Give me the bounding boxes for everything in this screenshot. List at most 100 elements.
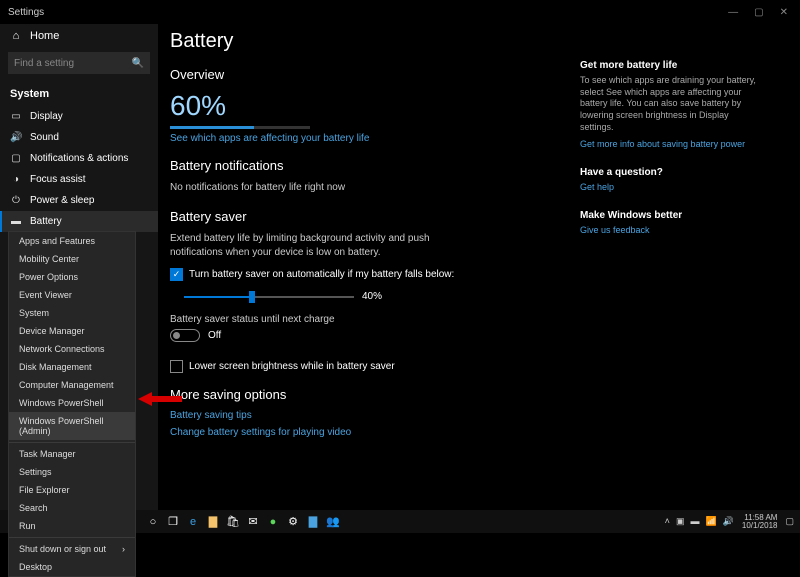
sidebar-item-power-sleep[interactable]: ⏻ Power & sleep	[0, 190, 158, 211]
sidebar-section-title: System	[0, 84, 158, 106]
winx-item[interactable]: Apps and Features	[9, 232, 135, 250]
winx-item-label: Shut down or sign out	[19, 544, 106, 554]
sidebar-item-focus-assist[interactable]: ◑Focus assist	[0, 169, 158, 190]
chevron-right-icon: ›	[122, 544, 125, 554]
tray-chevron-icon[interactable]: ˄	[665, 516, 670, 527]
sidebar-item-label: Power & sleep	[30, 195, 94, 206]
app-icon[interactable]: ▇	[304, 513, 322, 531]
volume-tray-icon[interactable]: 🔊	[723, 516, 734, 527]
sidebar-item-label: Notifications & actions	[30, 153, 128, 164]
wifi-tray-icon[interactable]: 📶	[705, 516, 716, 527]
threshold-slider[interactable]	[184, 296, 354, 298]
auto-saver-row[interactable]: ✓ Turn battery saver on automatically if…	[170, 268, 580, 281]
page-title: Battery	[170, 30, 580, 53]
system-tray: ˄ ▣ ▬ 📶 🔊 11:58 AM 10/1/2018 ▢	[665, 514, 800, 530]
auto-saver-label: Turn battery saver on automatically if m…	[189, 269, 454, 280]
menu-separator	[9, 442, 135, 443]
minimize-button[interactable]: —	[728, 7, 738, 18]
titlebar: Settings — ▢ ✕	[0, 0, 800, 24]
sidebar-item-battery[interactable]: ▬ Battery	[0, 211, 158, 232]
saver-status-value: Off	[208, 330, 221, 341]
winx-item[interactable]: Computer Management	[9, 376, 135, 394]
battery-percent: 60%	[170, 90, 580, 122]
winx-item[interactable]: Run	[9, 517, 135, 535]
winx-menu: Apps and Features Mobility Center Power …	[8, 231, 136, 577]
overview-heading: Overview	[170, 67, 580, 82]
winx-item[interactable]: Desktop	[9, 558, 135, 576]
cortana-icon[interactable]: ○	[144, 513, 162, 531]
sidebar-item-display[interactable]: ▭ Display	[0, 106, 158, 127]
apps-affecting-link[interactable]: See which apps are affecting your batter…	[170, 133, 580, 144]
sidebar-home[interactable]: ⌂ Home	[0, 24, 158, 48]
aside-feedback-link[interactable]: Give us feedback	[580, 225, 760, 235]
explorer-icon[interactable]: ▇	[204, 513, 222, 531]
notifications-body: No notifications for battery life right …	[170, 181, 580, 195]
maximize-button[interactable]: ▢	[754, 7, 763, 18]
winx-item[interactable]: Task Manager	[9, 445, 135, 463]
tray-icon[interactable]: ▣	[676, 516, 685, 527]
winx-item[interactable]: Settings	[9, 463, 135, 481]
content: Battery Overview 60% See which apps are …	[170, 30, 580, 510]
sidebar-item-label: Sound	[30, 132, 59, 143]
teams-icon[interactable]: 👥	[324, 513, 342, 531]
winx-item-powershell-admin[interactable]: Windows PowerShell (Admin)	[9, 412, 135, 440]
threshold-value: 40%	[362, 291, 382, 302]
aside-more-heading: Get more battery life	[580, 60, 760, 71]
search-input[interactable]: Find a setting 🔍	[8, 52, 150, 74]
annotation-arrow	[138, 390, 182, 408]
taskbar-pinned: ○ ❐ e ▇ 🛍 ✉ ● ⚙ ▇ 👥	[144, 513, 342, 531]
battery-icon: ▬	[10, 216, 22, 227]
edge-icon[interactable]: e	[184, 513, 202, 531]
clock-date: 10/1/2018	[742, 522, 778, 530]
search-placeholder: Find a setting	[14, 58, 74, 69]
power-icon: ⏻	[10, 195, 22, 206]
store-icon[interactable]: 🛍	[224, 513, 242, 531]
battery-tips-link[interactable]: Battery saving tips	[170, 410, 580, 421]
winx-item[interactable]: Search	[9, 499, 135, 517]
sidebar-item-label: Battery	[30, 216, 62, 227]
saver-status-label: Battery saver status until next charge	[170, 314, 580, 325]
checkbox-empty-icon	[170, 360, 183, 373]
sidebar-item-label: Focus assist	[30, 174, 86, 185]
winx-item[interactable]: Mobility Center	[9, 250, 135, 268]
saver-toggle[interactable]	[170, 329, 200, 342]
window-title: Settings	[6, 7, 728, 18]
task-view-icon[interactable]: ❐	[164, 513, 182, 531]
winx-item[interactable]: Network Connections	[9, 340, 135, 358]
lower-brightness-row[interactable]: Lower screen brightness while in battery…	[170, 360, 580, 373]
more-saving-heading: More saving options	[170, 387, 580, 402]
winx-item[interactable]: Event Viewer	[9, 286, 135, 304]
winx-item[interactable]: Disk Management	[9, 358, 135, 376]
slider-thumb[interactable]	[249, 291, 255, 303]
sidebar-item-sound[interactable]: 🔊 Sound	[0, 127, 158, 148]
aside-help-link[interactable]: Get help	[580, 182, 760, 192]
aside-question-heading: Have a question?	[580, 167, 760, 178]
mail-icon[interactable]: ✉	[244, 513, 262, 531]
sidebar-item-notifications[interactable]: ▢Notifications & actions	[0, 148, 158, 169]
sound-icon: 🔊	[10, 132, 22, 143]
taskbar-clock[interactable]: 11:58 AM 10/1/2018	[742, 514, 778, 530]
battery-tray-icon[interactable]: ▬	[690, 516, 699, 527]
aside: Get more battery life To see which apps …	[580, 30, 770, 510]
video-settings-link[interactable]: Change battery settings for playing vide…	[170, 427, 580, 438]
checkbox-checked-icon: ✓	[170, 268, 183, 281]
winx-item[interactable]: Power Options	[9, 268, 135, 286]
display-icon: ▭	[10, 111, 22, 122]
lower-brightness-label: Lower screen brightness while in battery…	[189, 361, 395, 372]
battery-saver-body: Extend battery life by limiting backgrou…	[170, 232, 470, 260]
winx-item[interactable]: System	[9, 304, 135, 322]
winx-item[interactable]: File Explorer	[9, 481, 135, 499]
aside-more-body: To see which apps are draining your batt…	[580, 75, 760, 133]
winx-item[interactable]: Windows PowerShell	[9, 394, 135, 412]
notifications-heading: Battery notifications	[170, 158, 580, 173]
action-center-icon[interactable]: ▢	[785, 516, 794, 527]
settings-taskbar-icon[interactable]: ⚙	[284, 513, 302, 531]
winx-shutdown-submenu[interactable]: Shut down or sign out ›	[9, 540, 135, 558]
app-icon[interactable]: ●	[264, 513, 282, 531]
sidebar-item-label: Display	[30, 111, 63, 122]
winx-item[interactable]: Device Manager	[9, 322, 135, 340]
menu-separator	[9, 537, 135, 538]
close-button[interactable]: ✕	[780, 7, 788, 18]
aside-more-link[interactable]: Get more info about saving battery power	[580, 139, 760, 149]
battery-saver-heading: Battery saver	[170, 209, 580, 224]
